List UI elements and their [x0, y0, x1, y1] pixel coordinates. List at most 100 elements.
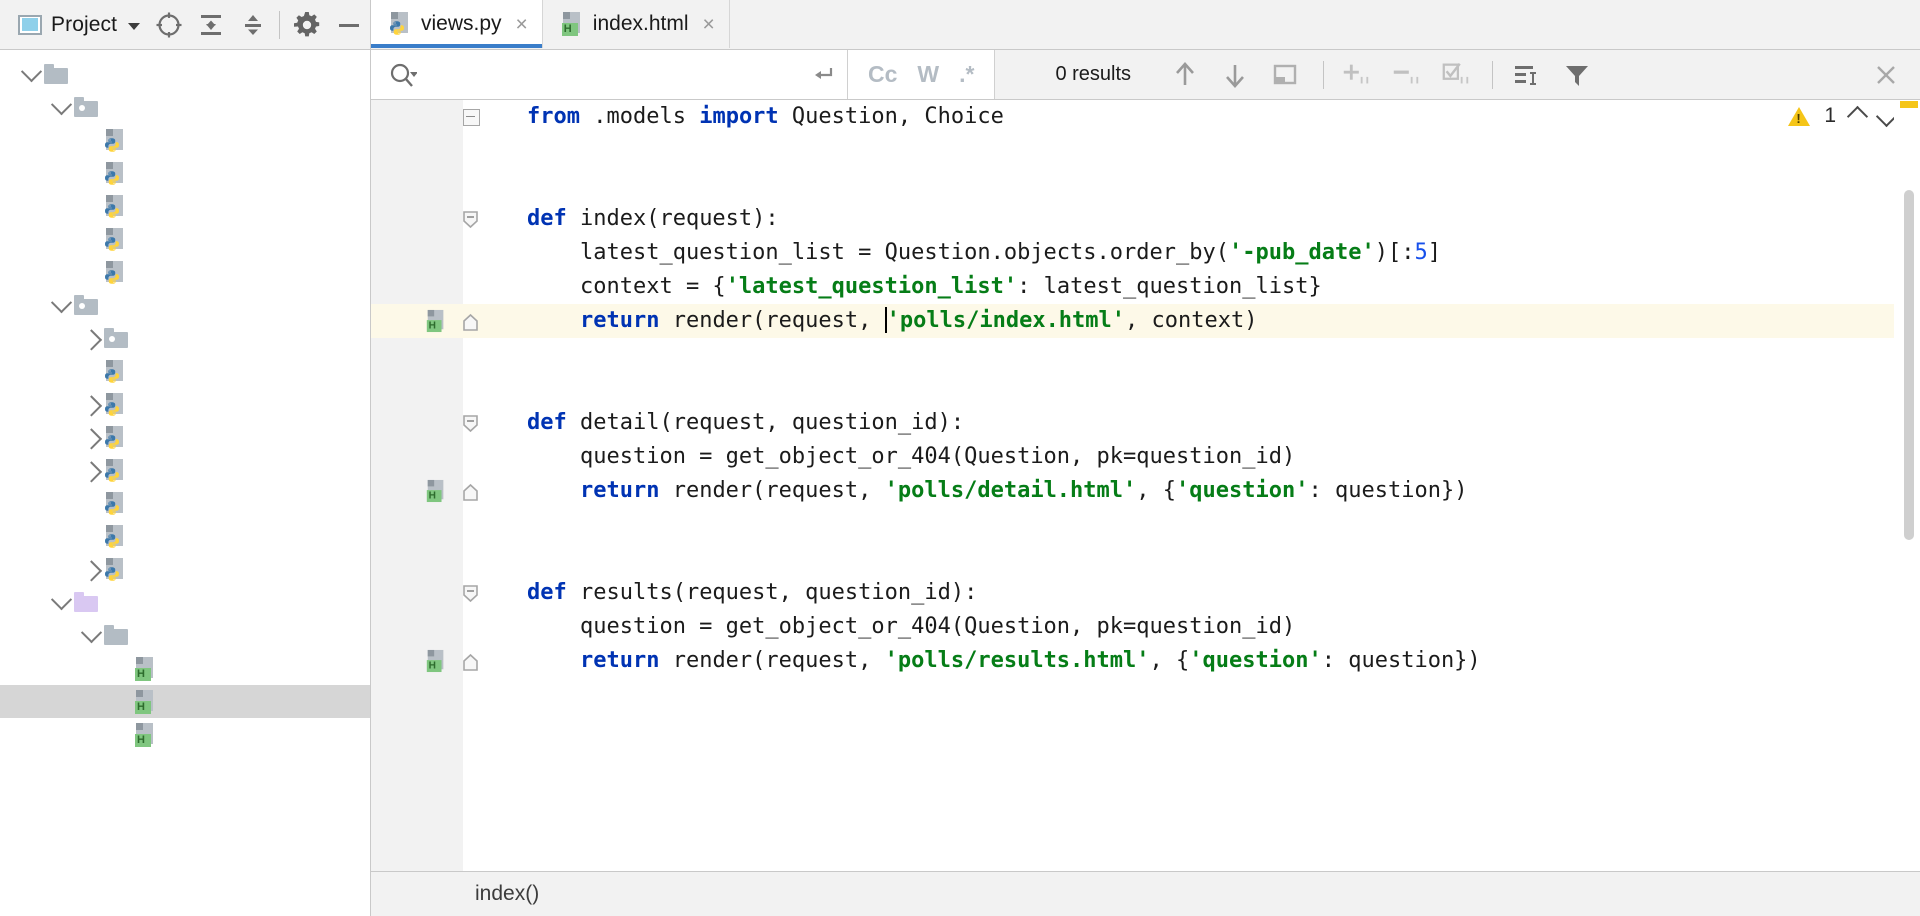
tab-index-html[interactable]: H index.html × — [543, 0, 730, 48]
editor-gutter[interactable]: H H H — [371, 100, 463, 871]
match-case-toggle[interactable]: Cc — [868, 61, 897, 88]
warning-stripe[interactable] — [1900, 101, 1918, 108]
gutter-icon-slot[interactable]: H — [421, 309, 463, 333]
tree-item-detail-html[interactable]: H — [0, 652, 370, 685]
tree-item-views-py[interactable] — [0, 553, 370, 586]
chevron-right-icon[interactable] — [78, 397, 104, 412]
code-line-7[interactable] — [463, 168, 1920, 202]
code-line-8[interactable]: def index(request): — [463, 202, 1920, 236]
find-previous-icon[interactable] — [1169, 59, 1201, 91]
gutter-line-18[interactable] — [371, 542, 463, 576]
code-line-15[interactable]: question = get_object_or_404(Question, p… — [463, 440, 1920, 474]
close-tab-icon[interactable]: × — [516, 14, 528, 35]
tree-item-tests-py[interactable] — [0, 487, 370, 520]
chevron-down-icon[interactable] — [48, 595, 74, 610]
remove-occurrence-icon[interactable] — [1390, 59, 1422, 91]
code-line-12[interactable] — [463, 338, 1920, 372]
code-line-13[interactable] — [463, 372, 1920, 406]
code-line-20[interactable]: question = get_object_or_404(Question, p… — [463, 610, 1920, 644]
tree-item-migrations[interactable] — [0, 322, 370, 355]
add-occurrence-icon[interactable] — [1340, 59, 1372, 91]
tree-item-mysite[interactable] — [0, 58, 370, 91]
code-line-17[interactable] — [463, 508, 1920, 542]
tree-item-mysite[interactable] — [0, 91, 370, 124]
tree-item-templates[interactable] — [0, 586, 370, 619]
words-toggle[interactable]: W — [917, 61, 939, 88]
html-file-icon[interactable]: H — [426, 310, 446, 332]
chevron-right-icon[interactable] — [78, 562, 104, 577]
gutter-line-12[interactable] — [371, 338, 463, 372]
regex-toggle[interactable]: .* — [959, 61, 974, 88]
fold-collapse-icon[interactable] — [463, 109, 480, 126]
code-line-16[interactable]: return render(request, 'polls/detail.htm… — [463, 474, 1920, 508]
code-line-21[interactable]: return render(request, 'polls/results.ht… — [463, 644, 1920, 678]
gutter-icon-slot[interactable]: H — [421, 649, 463, 673]
tree-item-results-html[interactable]: H — [0, 718, 370, 751]
html-file-icon[interactable]: H — [426, 650, 446, 672]
gutter-line-6[interactable] — [371, 134, 463, 168]
fold-region-end-icon[interactable] — [463, 483, 478, 498]
gutter-line-16[interactable]: H — [371, 474, 463, 508]
collapse-all-icon[interactable] — [232, 1, 274, 49]
project-tool-window-button[interactable]: Project — [0, 1, 148, 49]
editor-marker-column[interactable] — [1894, 100, 1920, 871]
code-line-11[interactable]: return render(request, 'polls/index.html… — [463, 304, 1920, 338]
gutter-line-22[interactable] — [371, 678, 463, 712]
html-file-icon[interactable]: H — [426, 480, 446, 502]
code-line-6[interactable] — [463, 134, 1920, 168]
gutter-line-7[interactable] — [371, 168, 463, 202]
code-line-9[interactable]: latest_question_list = Question.objects.… — [463, 236, 1920, 270]
chevron-down-icon[interactable] — [78, 628, 104, 643]
code-line-19[interactable]: def results(request, question_id): — [463, 576, 1920, 610]
gutter-line-15[interactable] — [371, 440, 463, 474]
gutter-line-5[interactable] — [371, 100, 463, 134]
gear-icon[interactable] — [286, 1, 328, 49]
select-in-editor-icon[interactable] — [1269, 59, 1301, 91]
tree-item-admin-py[interactable] — [0, 388, 370, 421]
fold-region-end-icon[interactable] — [463, 653, 478, 668]
locate-target-icon[interactable] — [148, 1, 190, 49]
tree-item-wsgi-py[interactable] — [0, 256, 370, 289]
chevron-down-icon[interactable] — [18, 67, 44, 82]
tree-item-index-html[interactable]: H — [0, 685, 370, 718]
breadcrumb[interactable]: index() — [371, 871, 1920, 916]
chevron-down-icon[interactable] — [128, 23, 140, 30]
new-line-icon[interactable] — [809, 61, 837, 89]
gutter-line-11[interactable]: H — [371, 304, 463, 338]
gutter-line-17[interactable] — [371, 508, 463, 542]
filter-lines-icon[interactable] — [1511, 59, 1543, 91]
search-icon[interactable] — [387, 60, 417, 90]
fold-region-end-icon[interactable] — [463, 313, 478, 328]
expand-all-icon[interactable] — [190, 1, 232, 49]
gutter-icon-slot[interactable]: H — [421, 479, 463, 503]
tree-item-polls[interactable] — [0, 619, 370, 652]
gutter-line-14[interactable] — [371, 406, 463, 440]
close-find-icon[interactable] — [1870, 59, 1902, 91]
tree-item-polls[interactable] — [0, 289, 370, 322]
prev-problem-icon[interactable] — [1847, 105, 1868, 126]
tree-item-apps-py[interactable] — [0, 421, 370, 454]
gutter-line-19[interactable] — [371, 576, 463, 610]
gutter-line-8[interactable] — [371, 202, 463, 236]
fold-region-start-icon[interactable] — [463, 211, 478, 226]
tree-item-asgi-py[interactable] — [0, 157, 370, 190]
fold-region-start-icon[interactable] — [463, 415, 478, 430]
tree-item-url-py[interactable] — [0, 520, 370, 553]
tree-item-models-py[interactable] — [0, 454, 370, 487]
search-input[interactable] — [423, 62, 803, 87]
close-tab-icon[interactable]: × — [703, 14, 715, 35]
chevron-right-icon[interactable] — [78, 463, 104, 478]
gutter-line-13[interactable] — [371, 372, 463, 406]
find-next-icon[interactable] — [1219, 59, 1251, 91]
code-editor[interactable]: H H H from .models import Question, Choi… — [371, 100, 1920, 871]
code-line-10[interactable]: context = {'latest_question_list': lates… — [463, 270, 1920, 304]
code-line-22[interactable] — [463, 678, 1920, 712]
code-line-18[interactable] — [463, 542, 1920, 576]
gutter-line-20[interactable] — [371, 610, 463, 644]
tree-item---init---py[interactable] — [0, 355, 370, 388]
tree-item-urls-py[interactable] — [0, 223, 370, 256]
fold-region-start-icon[interactable] — [463, 585, 478, 600]
chevron-down-icon[interactable] — [48, 298, 74, 313]
gutter-line-10[interactable] — [371, 270, 463, 304]
select-all-occurrences-icon[interactable] — [1440, 59, 1472, 91]
